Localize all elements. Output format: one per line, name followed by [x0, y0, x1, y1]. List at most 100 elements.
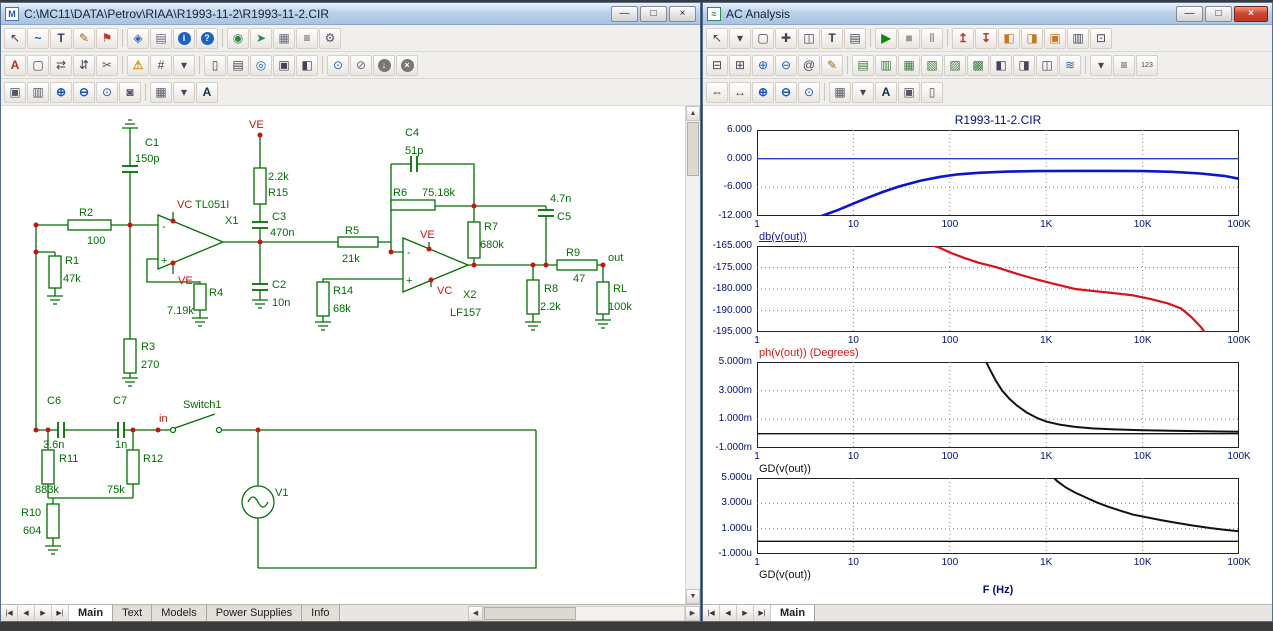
grid-display-icon[interactable]: ▦ — [829, 82, 851, 103]
select-tool-icon[interactable]: ↖ — [4, 28, 26, 49]
capacitor-c7[interactable] — [118, 422, 124, 438]
shape-editor-icon[interactable]: ▤ — [150, 28, 172, 49]
open-page-icon[interactable]: ▤ — [227, 55, 249, 76]
analysis-titlebar[interactable]: ≈ AC Analysis — □ × — [703, 3, 1272, 25]
scrollbar-thumb[interactable] — [484, 607, 576, 620]
next-page-button[interactable]: ▶ — [35, 605, 52, 621]
fit-x-icon[interactable]: ↔ — [729, 82, 751, 103]
outline-icon[interactable]: ≡ — [296, 28, 318, 49]
copy-icon[interactable]: ▣ — [4, 82, 26, 103]
resistor-r7[interactable] — [468, 222, 480, 258]
curve-label[interactable]: GD(v(out)) — [759, 463, 811, 475]
find-icon[interactable]: ⊙ — [327, 55, 349, 76]
minimize-button[interactable]: — — [611, 6, 638, 22]
region-select-icon[interactable]: ▣ — [273, 55, 295, 76]
attribute-text-icon[interactable]: A — [4, 55, 26, 76]
graphics-tool-icon[interactable]: ✎ — [73, 28, 95, 49]
prev-page-button[interactable]: ◀ — [18, 605, 35, 621]
plot-style-2-icon[interactable]: ▥ — [875, 55, 897, 76]
flag-tool-icon[interactable]: ⚑ — [96, 28, 118, 49]
resistor-r4[interactable] — [194, 284, 206, 310]
jump-icon[interactable]: ➤ — [250, 28, 272, 49]
panels-icon[interactable]: ◫ — [798, 28, 820, 49]
node-numbers-icon[interactable]: ▢ — [27, 55, 49, 76]
font-icon[interactable]: A — [196, 82, 218, 103]
pause-icon[interactable]: ‖ — [921, 28, 943, 49]
capacitor-c4[interactable] — [411, 156, 417, 172]
wire-tool-icon[interactable]: ~ — [27, 28, 49, 49]
plot-style-5-icon[interactable]: ▨ — [944, 55, 966, 76]
zoom-area-icon[interactable]: ⊙ — [96, 82, 118, 103]
switch-switch1[interactable] — [171, 414, 222, 433]
new-page-icon[interactable]: ▯ — [921, 82, 943, 103]
curve-label[interactable]: GD(v(out)) — [759, 569, 811, 581]
tab-main[interactable]: Main — [69, 605, 113, 621]
scroll-down-button[interactable]: ▼ — [686, 589, 700, 604]
source-v1[interactable] — [242, 486, 274, 518]
zoom-out-icon[interactable]: ⊖ — [775, 82, 797, 103]
tab-power-supplies[interactable]: Power Supplies — [207, 605, 302, 621]
capacitor-c5[interactable] — [538, 210, 554, 216]
resistor-r6[interactable] — [391, 200, 435, 210]
data-points-icon[interactable]: ≡ — [1113, 55, 1135, 76]
text-tool-icon[interactable]: T — [50, 28, 72, 49]
axes-style-3-icon[interactable]: ◫ — [1036, 55, 1058, 76]
plot-style-6-icon[interactable]: ▩ — [967, 55, 989, 76]
camera-icon[interactable]: ◙ — [119, 82, 141, 103]
horizontal-scrollbar[interactable]: ◀ ▶ — [468, 605, 700, 621]
axes-style-1-icon[interactable]: ◧ — [990, 55, 1012, 76]
zoom-out-icon[interactable]: ⊖ — [73, 82, 95, 103]
swap-icon[interactable]: ⇄ — [50, 55, 72, 76]
peak-icon[interactable]: ↥ — [952, 28, 974, 49]
close-circle-icon[interactable]: × — [396, 55, 418, 76]
close-button[interactable]: × — [669, 6, 696, 22]
grid-dropdown-icon[interactable]: ▾ — [852, 82, 874, 103]
resistor-r1[interactable] — [49, 256, 61, 288]
resistor-r8[interactable] — [527, 280, 539, 314]
zoom-window-icon[interactable]: ⊙ — [798, 82, 820, 103]
scroll-up-button[interactable]: ▲ — [686, 106, 700, 121]
schematic-titlebar[interactable]: M C:\MC11\DATA\Petrov\RIAA\R1993-11-2\R1… — [1, 3, 700, 25]
resistor-r12[interactable] — [127, 450, 139, 484]
resistor-r10[interactable] — [47, 504, 59, 538]
grid-dropdown-icon[interactable]: ▾ — [173, 55, 195, 76]
capacitor-c6[interactable] — [58, 422, 64, 438]
go-to-icon[interactable]: ⊡ — [1090, 28, 1112, 49]
resistor-r15[interactable] — [254, 168, 266, 204]
curve-label[interactable]: ph(v(out)) (Degrees) — [759, 347, 859, 359]
stop-icon[interactable]: ■ — [898, 28, 920, 49]
scrollbar-track[interactable] — [483, 606, 685, 621]
next-page-button[interactable]: ▶ — [737, 605, 754, 621]
pan-x-icon[interactable]: ⇔ — [706, 82, 728, 103]
add-plot-icon[interactable]: ⊞ — [729, 55, 751, 76]
grid-display-icon[interactable]: ▦ — [150, 82, 172, 103]
plot-style-1-icon[interactable]: ▤ — [852, 55, 874, 76]
copy-page-icon[interactable]: ▣ — [898, 82, 920, 103]
scroll-right-button[interactable]: ▶ — [685, 606, 700, 621]
opamp-x2[interactable] — [403, 238, 468, 292]
plot-area-2[interactable] — [757, 246, 1239, 332]
resistor-r11[interactable] — [42, 450, 54, 484]
select-tool-icon[interactable]: ↖ — [706, 28, 728, 49]
zoom-in-icon[interactable]: ⊕ — [50, 82, 72, 103]
sheet-icon[interactable]: ▦ — [273, 28, 295, 49]
tab-models[interactable]: Models — [152, 605, 206, 621]
grid-options-icon[interactable]: ▾ — [1090, 55, 1112, 76]
grid-icon[interactable]: # — [150, 55, 172, 76]
plot-area-4[interactable] — [757, 478, 1239, 554]
mirror-icon[interactable]: ◧ — [296, 55, 318, 76]
last-page-button[interactable]: ▶| — [52, 605, 69, 621]
zoom-out-icon[interactable]: ⊖ — [775, 55, 797, 76]
resistor-r14[interactable] — [317, 282, 329, 316]
axes-style-2-icon[interactable]: ◨ — [1013, 55, 1035, 76]
minimize-button[interactable]: — — [1176, 6, 1203, 22]
cursor-mode-icon[interactable]: ✚ — [775, 28, 797, 49]
mode-dropdown-icon[interactable]: ▾ — [729, 28, 751, 49]
last-page-button[interactable]: ▶| — [754, 605, 771, 621]
components[interactable] — [42, 120, 611, 554]
overlay-icon[interactable]: ▥ — [1067, 28, 1089, 49]
capacitor-c3[interactable] — [252, 222, 268, 228]
cut-icon[interactable]: ✂ — [96, 55, 118, 76]
first-page-button[interactable]: |◀ — [1, 605, 18, 621]
properties-icon[interactable]: ▤ — [844, 28, 866, 49]
